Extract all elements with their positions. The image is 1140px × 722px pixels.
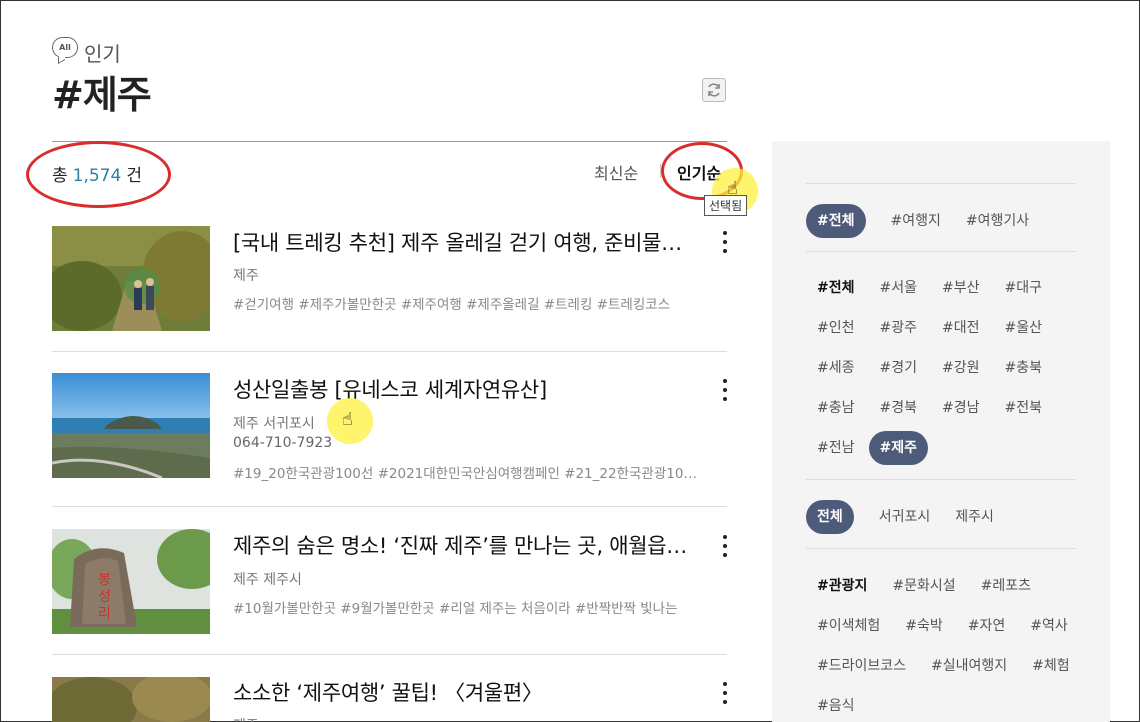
all-badge-icon: All (52, 37, 78, 58)
item-location: 제주 제주시 (233, 572, 302, 588)
item-tags[interactable]: #걷기여행 #제주가볼만한곳 #제주여행 #제주올레길 #트레킹 #트레킹코스 (233, 293, 698, 313)
region-filter-chip[interactable]: #부산 (931, 271, 980, 305)
thumbnail-image[interactable] (52, 677, 210, 722)
region-filter-chip[interactable]: #강원 (931, 351, 980, 385)
region-filter-chip[interactable]: #경북 (869, 391, 918, 425)
item-title[interactable]: 제주의 숨은 명소! ‘진짜 제주’를 만나는 곳, 애월읍 납읍리 (233, 530, 693, 560)
type-filter-row: #전체 #여행지 #여행기사 (806, 204, 1086, 238)
theme-filter-chip[interactable]: #드라이브코스 (806, 649, 906, 683)
list-item[interactable]: 소소한 ‘제주여행’ 꿀팁! 〈겨울편〉 제주 (52, 654, 727, 722)
thumbnail-image[interactable] (52, 373, 210, 478)
count-annotation-oval (26, 141, 171, 208)
region-filter-chip[interactable]: #울산 (994, 311, 1043, 345)
theme-filter-chip[interactable]: #역사 (1019, 609, 1068, 643)
hand-cursor-icon: ☝ (342, 409, 353, 430)
region-filter-chip[interactable]: #제주 (868, 431, 928, 465)
refresh-button[interactable] (702, 78, 726, 102)
item-location: 제주 서귀포시 (233, 416, 315, 432)
region-filter-chip[interactable]: #전북 (994, 391, 1043, 425)
list-item[interactable]: [국내 트레킹 추천] 제주 올레길 걷기 여행, 준비물과 코스 제주 #걷기… (52, 203, 727, 351)
thumbnail-image[interactable] (52, 226, 210, 331)
theme-filter-chip[interactable]: #관광지 (806, 569, 867, 603)
region-filter-row: #전체 #서울 #부산 #대구 #인천 #광주 #대전 #울산 #세종 #경기 #강원 #충북 #충남 #… (806, 271, 1086, 465)
region-filter-chip[interactable]: #충남 (806, 391, 855, 425)
theme-filter-chip[interactable]: #레포츠 (970, 569, 1031, 603)
city-filter-chip[interactable]: 전체 (806, 500, 854, 534)
region-filter-chip[interactable]: #인천 (806, 311, 855, 345)
region-filter-chip[interactable]: #세종 (806, 351, 855, 385)
filter-sidebar: #전체 #여행지 #여행기사 #전체 #서울 #부산 #대구 #인천 #광주 #대전 #울산 #세종… (772, 141, 1110, 722)
more-options-icon[interactable] (722, 682, 728, 704)
region-filter-chip[interactable]: #전남 (806, 431, 855, 465)
sidebar-divider (806, 183, 1076, 184)
svg-text:봉: 봉 (98, 572, 111, 588)
region-filter-chip[interactable]: #서울 (869, 271, 918, 305)
sidebar-divider (806, 479, 1076, 480)
region-filter-chip[interactable]: #경남 (931, 391, 980, 425)
region-filter-chip[interactable]: #경기 (869, 351, 918, 385)
svg-text:리: 리 (98, 606, 111, 622)
theme-filter-chip[interactable]: #이색체험 (806, 609, 880, 643)
sidebar-divider (806, 548, 1076, 549)
item-location: 제주 (233, 268, 259, 284)
result-list: [국내 트레킹 추천] 제주 올레길 걷기 여행, 준비물과 코스 제주 #걷기… (52, 203, 727, 722)
city-filter-chip[interactable]: 서귀포시 (868, 500, 931, 534)
type-filter-chip[interactable]: #전체 (806, 204, 866, 238)
sidebar-divider (806, 251, 1076, 252)
item-title[interactable]: [국내 트레킹 추천] 제주 올레길 걷기 여행, 준비물과 코스 (233, 227, 693, 257)
header-divider (52, 141, 727, 142)
city-filter-chip[interactable]: 제주시 (944, 500, 994, 534)
type-filter-chip[interactable]: #여행지 (880, 204, 941, 238)
more-options-icon[interactable] (722, 379, 728, 401)
region-filter-chip[interactable]: #충북 (994, 351, 1043, 385)
more-options-icon[interactable] (722, 231, 728, 253)
category-label: 인기 (84, 42, 121, 66)
item-title[interactable]: 성산일출봉 [유네스코 세계자연유산] (233, 374, 693, 404)
item-tags[interactable]: #10월가볼만한곳 #9월가볼만한곳 #리얼 제주는 처음이라 #반짝반짝 빛나… (233, 597, 698, 617)
theme-filter-chip[interactable]: #숙박 (894, 609, 943, 643)
more-options-icon[interactable] (722, 535, 728, 557)
city-filter-row: 전체 서귀포시 제주시 (806, 500, 1086, 534)
list-item[interactable]: 성산일출봉 [유네스코 세계자연유산] 제주 서귀포시 064-710-7923… (52, 351, 727, 506)
theme-filter-row: #관광지 #문화시설 #레포츠 #이색체험 #숙박 #자연 #역사 #드라이브코스 #실내여행지… (806, 569, 1086, 722)
sort-latest[interactable]: 최신순 (594, 160, 638, 184)
hand-cursor-icon: ☝ (727, 178, 738, 199)
region-filter-chip[interactable]: #대전 (931, 311, 980, 345)
type-filter-chip[interactable]: #여행기사 (955, 204, 1029, 238)
svg-text:성: 성 (98, 589, 111, 605)
list-item[interactable]: 봉 성 리 제주의 숨은 명소! ‘진짜 제주’를 만나는 곳, 애월읍 납읍리… (52, 506, 727, 654)
category-header: All 인기 (52, 28, 121, 67)
item-phone: 064-710-7923 (233, 435, 333, 451)
page-title: #제주 (52, 73, 152, 117)
region-filter-chip[interactable]: #대구 (994, 271, 1043, 305)
theme-filter-chip[interactable]: #체험 (1021, 649, 1070, 683)
theme-filter-chip[interactable]: #음식 (806, 689, 855, 722)
item-title[interactable]: 소소한 ‘제주여행’ 꿀팁! 〈겨울편〉 (233, 677, 693, 707)
item-tags[interactable]: #19_20한국관광100선 #2021대한민국안심여행캠페인 #21_22한국… (233, 462, 698, 482)
refresh-icon (708, 83, 720, 97)
thumbnail-image[interactable]: 봉 성 리 (52, 529, 210, 634)
region-filter-chip[interactable]: #광주 (869, 311, 918, 345)
theme-filter-chip[interactable]: #자연 (957, 609, 1006, 643)
theme-filter-chip[interactable]: #문화시설 (881, 569, 955, 603)
region-filter-chip[interactable]: #전체 (806, 271, 855, 305)
theme-filter-chip[interactable]: #실내여행지 (920, 649, 1007, 683)
item-location: 제주 (233, 715, 259, 722)
